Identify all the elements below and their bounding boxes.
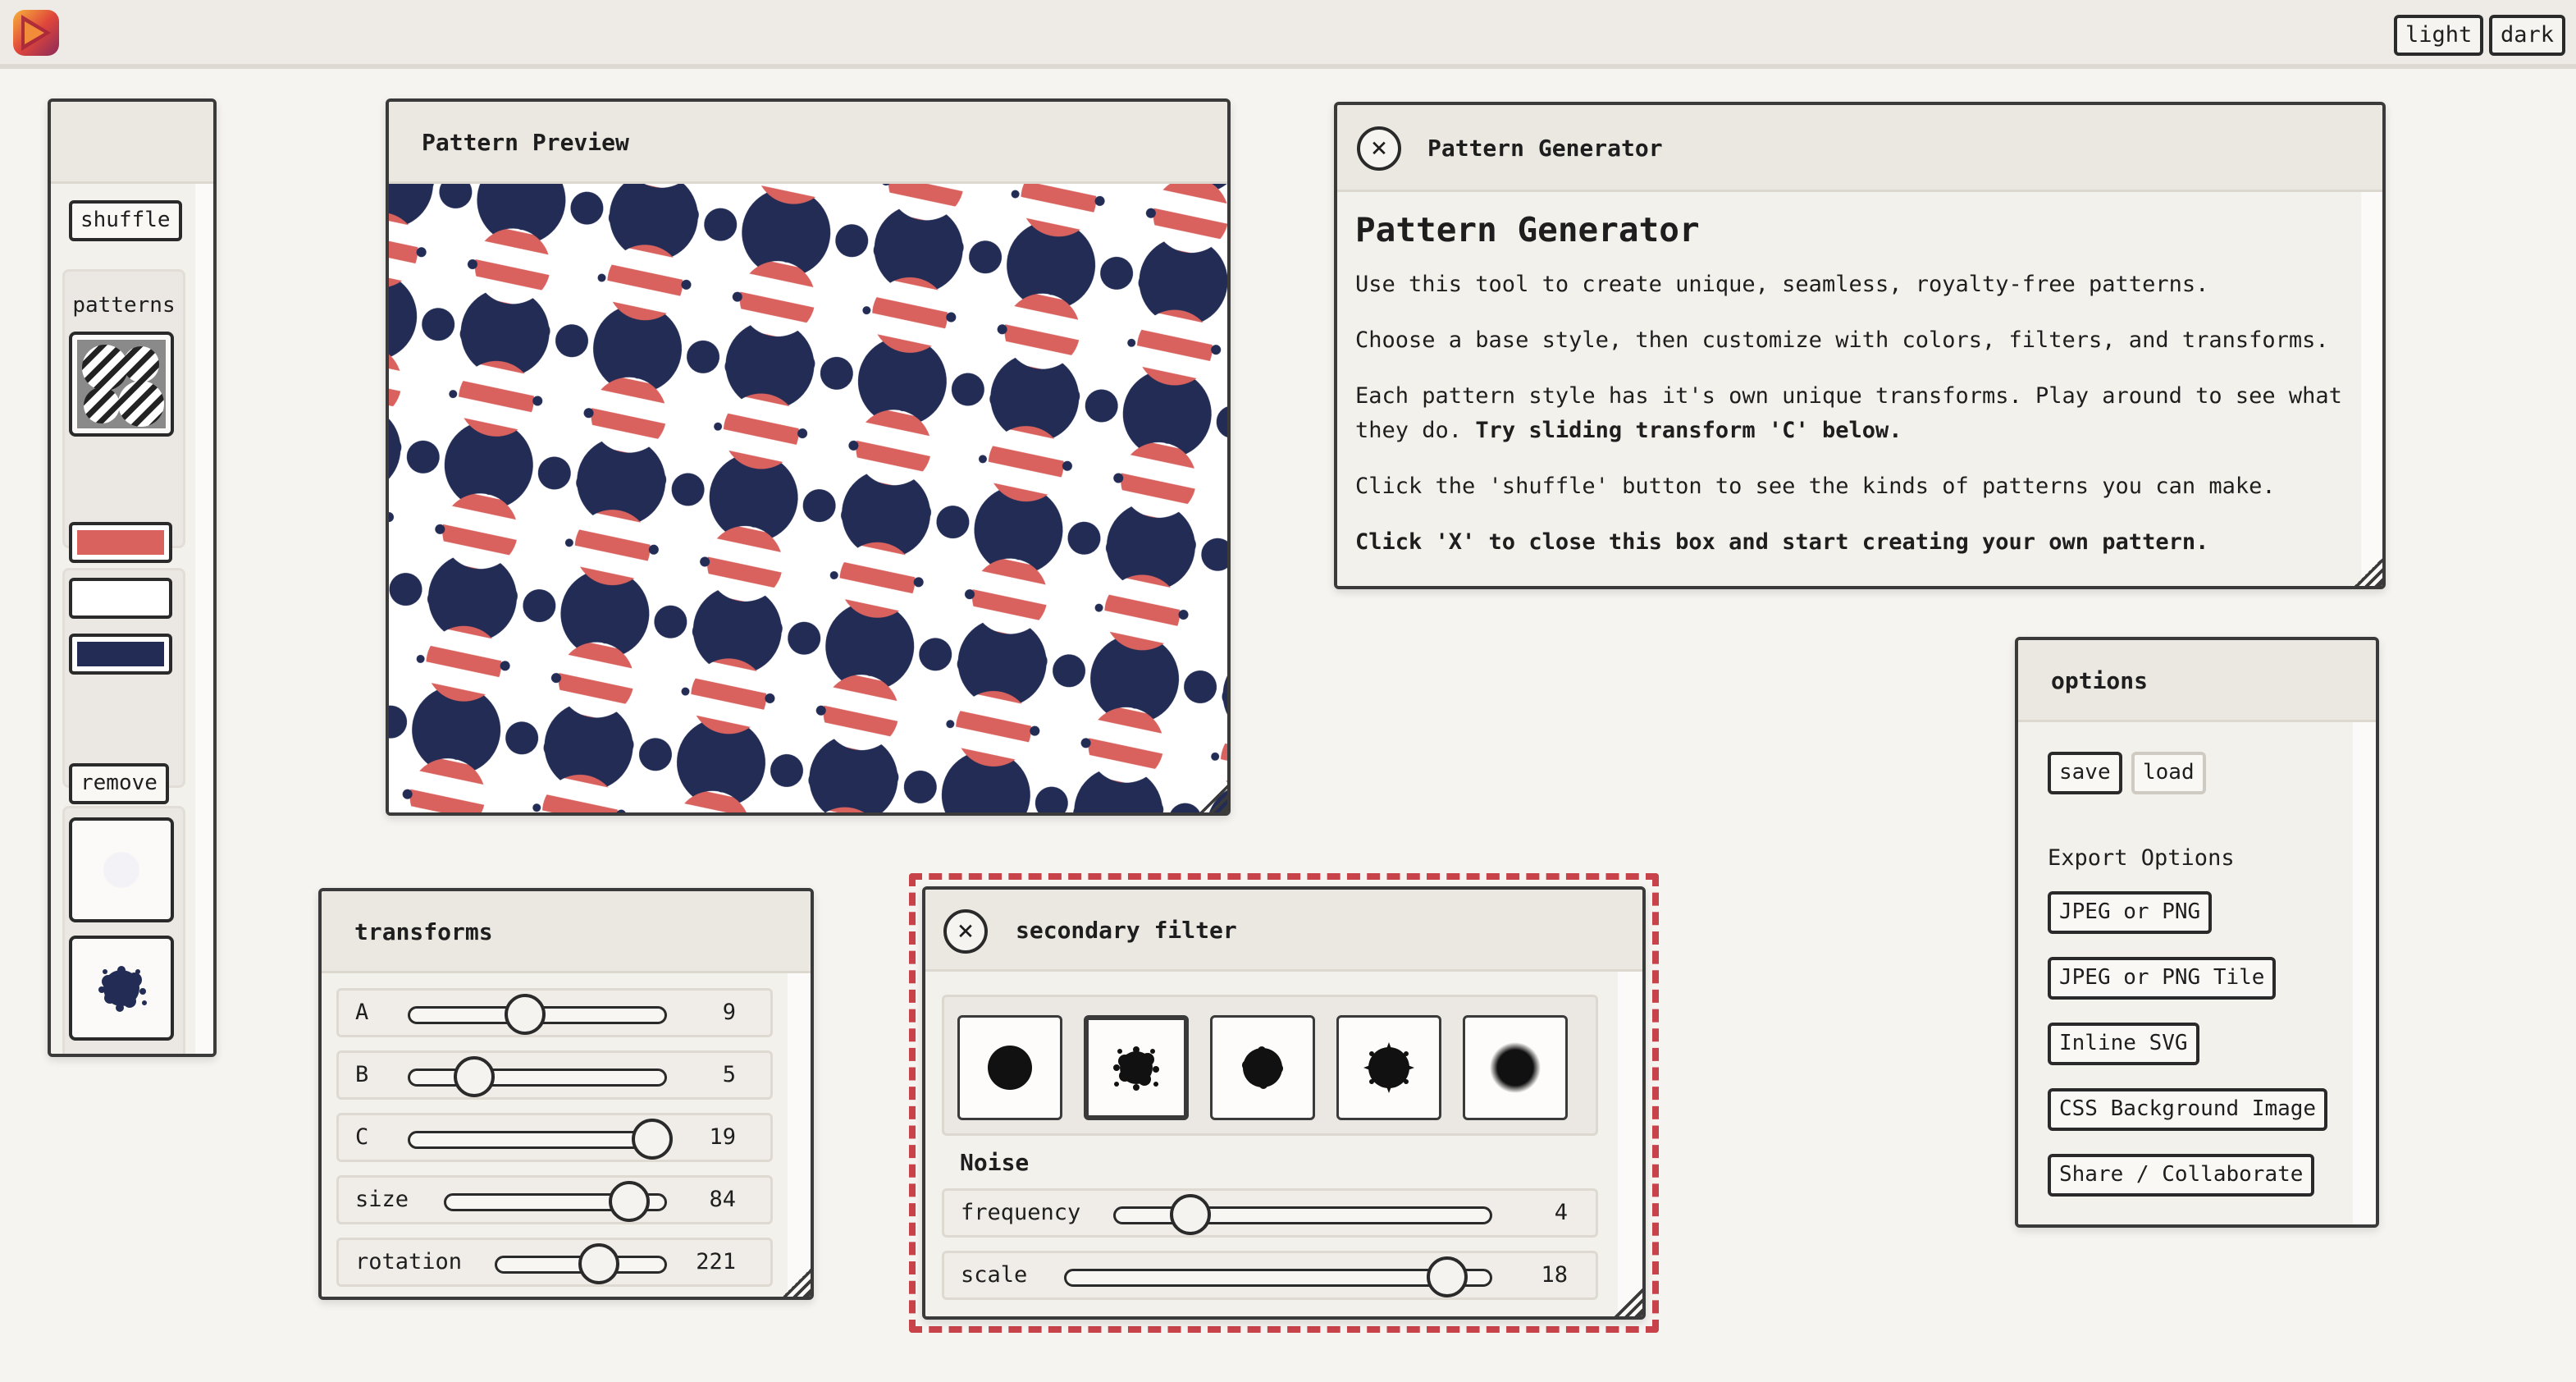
scale-value: 18 <box>1541 1262 1568 1288</box>
transform-row-rotation: rotation 221 <box>336 1238 773 1287</box>
top-bar: light dark <box>0 0 2576 69</box>
color-swatch-2-fill <box>77 586 164 611</box>
transform-a-slider[interactable] <box>408 994 667 1035</box>
frequency-row: frequency 4 <box>942 1188 1598 1238</box>
frequency-label: frequency <box>961 1200 1081 1225</box>
light-theme-button[interactable]: light <box>2394 15 2484 56</box>
secondary-filter-scrollbar[interactable] <box>1618 972 1642 1316</box>
sidebar-header[interactable] <box>51 102 213 184</box>
transform-row-a: A 9 <box>336 988 773 1037</box>
transform-rotation-value: 221 <box>696 1249 736 1274</box>
export-heading: Export Options <box>2048 845 2235 871</box>
scale-knob[interactable] <box>1427 1256 1468 1297</box>
logo-icon[interactable] <box>11 8 61 57</box>
filter-option-blur[interactable] <box>1463 1015 1568 1120</box>
pattern-generator-body: Pattern Generator Use this tool to creat… <box>1337 192 2382 586</box>
info-heading: Pattern Generator <box>1355 210 1700 249</box>
shuffle-button[interactable]: shuffle <box>69 200 182 241</box>
info-paragraph-2: Choose a base style, then customize with… <box>1355 327 2329 353</box>
pattern-preview-panel: Pattern Preview <box>386 98 1231 816</box>
options-panel: options save load Export Options JPEG or… <box>2015 637 2379 1228</box>
transform-row-c: C 19 <box>336 1113 773 1162</box>
transform-a-value: 9 <box>722 1000 736 1025</box>
transforms-header[interactable]: transforms <box>322 891 811 973</box>
filter-option-jagged[interactable] <box>1336 1015 1441 1120</box>
color-swatch-2[interactable] <box>69 578 172 619</box>
info-paragraph-4: Click the 'shuffle' button to see the ki… <box>1355 474 2276 499</box>
export-inline-svg-button[interactable]: Inline SVG <box>2048 1023 2199 1065</box>
transform-rotation-label: rotation <box>355 1249 463 1274</box>
pattern-generator-header[interactable]: Pattern Generator <box>1337 105 2382 192</box>
transforms-resize-handle-icon[interactable] <box>783 1269 811 1297</box>
filter-option-rough[interactable] <box>1210 1015 1315 1120</box>
dark-theme-button[interactable]: dark <box>2489 15 2566 56</box>
info-paragraph-3-emphasis: Try sliding transform 'C' below. <box>1475 418 1902 443</box>
info-paragraph-5: Click 'X' to close this box and start cr… <box>1355 529 2209 555</box>
secondary-filter-header[interactable]: secondary filter <box>925 890 1642 972</box>
scale-label: scale <box>961 1262 1028 1288</box>
transform-size-value: 84 <box>709 1187 736 1212</box>
color-swatch-1-fill <box>77 530 164 555</box>
secondary-filter-panel: secondary filter × Noise frequency 4 sca… <box>922 886 1646 1320</box>
load-button[interactable]: load <box>2131 752 2206 794</box>
transform-b-value: 5 <box>722 1062 736 1087</box>
secondary-filter-resize-handle-icon[interactable] <box>1615 1288 1642 1316</box>
transform-c-knob[interactable] <box>631 1119 673 1160</box>
info-resize-handle-icon[interactable] <box>2354 558 2382 586</box>
transform-c-label: C <box>355 1124 369 1150</box>
transform-rotation-knob[interactable] <box>578 1243 620 1284</box>
close-icon[interactable]: × <box>1357 126 1401 171</box>
frequency-knob[interactable] <box>1170 1194 1212 1235</box>
transform-c-slider[interactable] <box>408 1119 673 1160</box>
transform-row-b: B 5 <box>336 1050 773 1100</box>
options-scrollbar[interactable] <box>2353 722 2376 1224</box>
transform-c-value: 19 <box>709 1124 736 1150</box>
frequency-value: 4 <box>1554 1200 1568 1225</box>
transform-row-size: size 84 <box>336 1175 773 1224</box>
color-swatch-1[interactable] <box>69 522 172 563</box>
transforms-panel: transforms A 9 B 5 C 19 size 84 rotation… <box>318 888 814 1300</box>
filter-options-strip <box>942 995 1598 1136</box>
scale-row: scale 18 <box>942 1251 1598 1300</box>
export-jpeg-png-button[interactable]: JPEG or PNG <box>2048 891 2213 934</box>
transform-b-knob[interactable] <box>453 1056 495 1097</box>
frequency-slider[interactable] <box>1113 1194 1492 1235</box>
share-collaborate-button[interactable]: Share / Collaborate <box>2048 1154 2315 1197</box>
sidebar-panel: shuffle patterns colors filters remove <box>48 98 217 1057</box>
save-button[interactable]: save <box>2048 752 2122 794</box>
transform-size-label: size <box>355 1187 409 1212</box>
transform-b-label: B <box>355 1062 369 1087</box>
transform-a-label: A <box>355 1000 369 1025</box>
info-paragraph-3: Each pattern style has it's own unique t… <box>1355 379 2350 448</box>
transform-a-knob[interactable] <box>504 994 546 1035</box>
export-css-background-button[interactable]: CSS Background Image <box>2048 1088 2328 1131</box>
pattern-canvas[interactable] <box>389 184 1227 812</box>
info-paragraph-1: Use this tool to create unique, seamless… <box>1355 272 2209 297</box>
color-swatch-3-fill <box>77 642 164 666</box>
pattern-preview-header[interactable]: Pattern Preview <box>389 102 1227 184</box>
pattern-generator-panel: Pattern Generator × Pattern Generator Us… <box>1334 102 2386 589</box>
filter-thumbnail-noise[interactable] <box>69 936 174 1041</box>
sidebar-scrollbar[interactable] <box>195 184 213 1054</box>
filter-thumbnail-blank[interactable] <box>69 817 174 922</box>
resize-handle-icon[interactable] <box>1199 785 1227 812</box>
color-swatch-3[interactable] <box>69 634 172 675</box>
transform-b-slider[interactable] <box>408 1056 667 1097</box>
remove-filter-button[interactable]: remove <box>69 763 169 804</box>
noise-label: Noise <box>960 1149 1030 1176</box>
pattern-thumbnail[interactable] <box>69 332 174 437</box>
transform-rotation-slider[interactable] <box>495 1243 667 1284</box>
scale-slider[interactable] <box>1064 1256 1492 1297</box>
options-header[interactable]: options <box>2018 640 2376 722</box>
filter-option-noise[interactable] <box>1084 1015 1189 1120</box>
transforms-scrollbar[interactable] <box>788 973 811 1297</box>
export-jpeg-png-tile-button[interactable]: JPEG or PNG Tile <box>2048 957 2277 1000</box>
transform-size-slider[interactable] <box>444 1181 667 1222</box>
patterns-label: patterns <box>72 293 176 318</box>
secondary-filter-close-icon[interactable]: × <box>943 909 988 954</box>
filter-option-solid[interactable] <box>957 1015 1062 1120</box>
transform-size-knob[interactable] <box>609 1181 651 1222</box>
info-scrollbar[interactable] <box>2361 192 2382 586</box>
